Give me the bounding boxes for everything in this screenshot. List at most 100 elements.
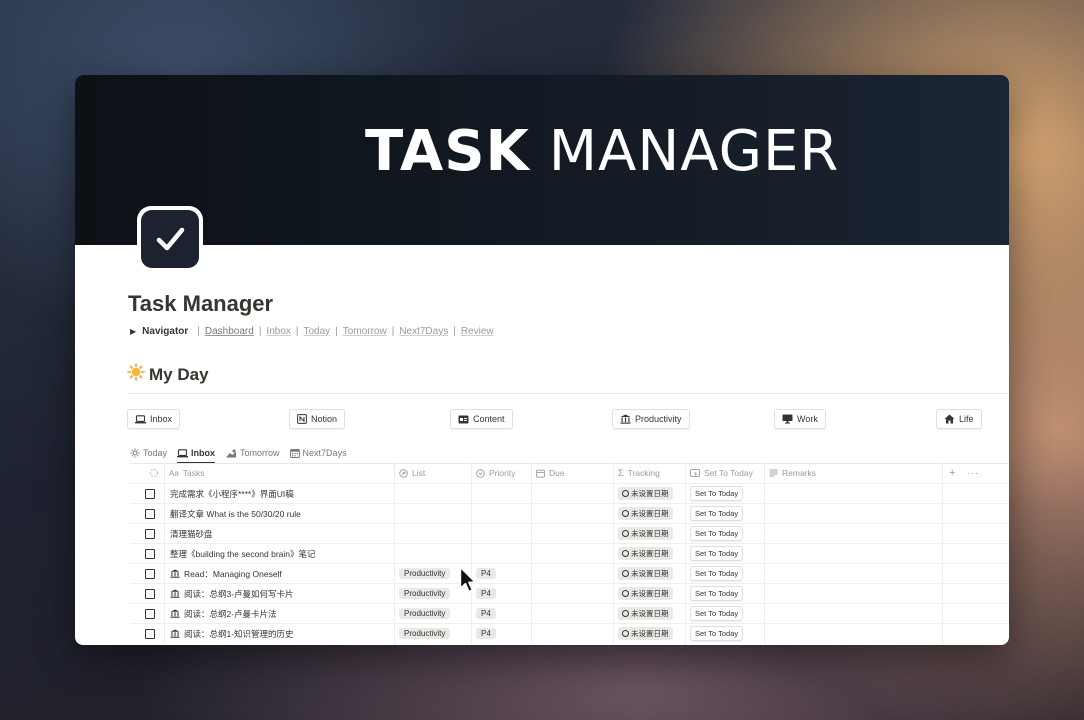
calendar-icon	[289, 449, 300, 458]
content-button[interactable]: Content	[450, 409, 513, 429]
building-icon	[170, 569, 180, 578]
column-header-due[interactable]: Due	[531, 463, 565, 483]
nav-link-today[interactable]: Today	[304, 326, 331, 337]
list-tag[interactable]: Productivity	[399, 624, 451, 643]
list-tag[interactable]: Productivity	[399, 604, 451, 623]
nav-link-tomorrow[interactable]: Tomorrow	[343, 326, 387, 337]
priority-tag[interactable]: P4	[476, 604, 496, 623]
loading-icon	[144, 463, 159, 483]
task-title[interactable]: 阅读：总纲1-知识管理的历史	[170, 624, 294, 643]
table-row[interactable]: 阅读：总纲1-知识管理的历史 Productivity P4 未设置日期 Set To …	[130, 623, 1009, 643]
text-type-icon: Aa	[169, 468, 179, 478]
my-day-heading: My Day	[127, 363, 209, 386]
table-row[interactable]: 整理《building the second brain》笔记 未设置日期 Set …	[130, 543, 1009, 563]
list-tag[interactable]: Productivity	[399, 564, 451, 583]
task-title[interactable]: Read：Managing Oneself	[170, 564, 282, 583]
cover-title-light: MANAGER	[548, 119, 840, 184]
set-to-today-button[interactable]: Set To Today	[690, 604, 744, 623]
navigator-label: Navigator	[142, 326, 189, 337]
notion-icon	[297, 414, 307, 424]
circle-icon	[622, 530, 629, 537]
page-cover: TASK MANAGER	[75, 75, 1009, 245]
table-row[interactable]: 翻译文章 What is the 50/30/20 rule 未设置日期 Set T…	[130, 503, 1009, 523]
tracking-value: 未设置日期	[618, 484, 673, 503]
task-checkbox[interactable]	[145, 584, 155, 603]
task-checkbox[interactable]	[145, 564, 155, 583]
set-to-today-button[interactable]: Set To Today	[690, 544, 744, 563]
circle-icon	[622, 610, 629, 617]
circle-icon	[622, 490, 629, 497]
tab-today[interactable]: Today	[130, 443, 167, 463]
circle-icon	[622, 570, 629, 577]
page-title[interactable]: Task Manager	[128, 291, 273, 317]
notion-button[interactable]: Notion	[289, 409, 346, 429]
inbox-button[interactable]: Inbox	[127, 409, 181, 429]
nav-link-review[interactable]: Review	[461, 326, 494, 337]
formula-icon: Σ	[618, 468, 624, 478]
tracking-value: 未设置日期	[618, 564, 673, 583]
priority-tag[interactable]: P4	[476, 564, 496, 583]
life-button[interactable]: Life	[936, 409, 982, 429]
table-row[interactable]: Read：Managing Oneself Productivity P4 未设置日期…	[130, 563, 1009, 583]
tab-tomorrow[interactable]: Tomorrow	[225, 443, 280, 463]
tab-next7days[interactable]: Next7Days	[289, 443, 347, 463]
cover-title-bold: TASK	[365, 119, 530, 184]
task-checkbox[interactable]	[145, 524, 155, 543]
table-row[interactable]: 阅读：总纲2-卢曼卡片法 Productivity P4 未设置日期 Set To To…	[130, 603, 1009, 623]
view-tabs: Today Inbox Tomorrow Next7Days	[130, 443, 347, 464]
relation-icon	[399, 468, 408, 478]
table-row[interactable]: 清理猫砂盘 未设置日期 Set To Today	[130, 523, 1009, 543]
productivity-button[interactable]: Productivity	[612, 409, 690, 429]
task-checkbox[interactable]	[145, 484, 155, 503]
triangle-right-icon[interactable]: ▶	[130, 327, 136, 336]
nav-link-next7days[interactable]: Next7Days	[399, 326, 448, 337]
column-header-tracking[interactable]: Σ Tracking	[613, 463, 660, 483]
set-to-today-button[interactable]: Set To Today	[690, 504, 744, 523]
task-title[interactable]: 阅读：总纲3-卢曼如何写卡片	[170, 584, 294, 603]
task-checkbox[interactable]	[145, 624, 155, 643]
task-title[interactable]: 整理《building the second brain》笔记	[170, 544, 316, 563]
building-icon	[620, 414, 631, 424]
more-options-icon[interactable]: ···	[962, 463, 979, 483]
nav-link-inbox[interactable]: Inbox	[266, 326, 290, 337]
task-title[interactable]: 阅读：总纲2-卢曼卡片法	[170, 604, 277, 623]
task-checkbox[interactable]	[145, 504, 155, 523]
list-tag[interactable]: Productivity	[399, 584, 451, 603]
column-header-set-to-today[interactable]: Set To Today	[685, 463, 753, 483]
column-header-list[interactable]: List	[394, 463, 425, 483]
priority-tag[interactable]: P4	[476, 584, 496, 603]
column-header-tasks[interactable]: Aa Tasks	[164, 463, 205, 483]
task-checkbox[interactable]	[145, 604, 155, 623]
table-row[interactable]: 阅读：总纲3-卢曼如何写卡片 Productivity P4 未设置日期 Set To …	[130, 583, 1009, 603]
add-column-icon[interactable]: +	[944, 463, 955, 483]
task-title[interactable]: 清理猫砂盘	[170, 524, 213, 543]
set-to-today-button[interactable]: Set To Today	[690, 524, 744, 543]
table-row[interactable]: 完成需求《小程序****》界面UI稿 未设置日期 Set To Today	[130, 483, 1009, 503]
tracking-value: 未设置日期	[618, 584, 673, 603]
work-button[interactable]: Work	[774, 409, 826, 429]
task-title[interactable]: 完成需求《小程序****》界面UI稿	[170, 484, 294, 503]
set-to-today-button[interactable]: Set To Today	[690, 584, 744, 603]
text-lines-icon	[769, 469, 778, 477]
circle-icon	[622, 510, 629, 517]
navigator-toggle[interactable]: ▶ Navigator | Dashboard | Inbox | Today …	[130, 326, 494, 337]
divider	[128, 393, 1009, 394]
task-checkbox[interactable]	[145, 544, 155, 563]
sun-emoji-icon	[127, 363, 145, 386]
task-title[interactable]: 翻译文章 What is the 50/30/20 rule	[170, 504, 301, 523]
set-to-today-button[interactable]: Set To Today	[690, 624, 744, 643]
tracking-value: 未设置日期	[618, 544, 673, 563]
set-to-today-button[interactable]: Set To Today	[690, 564, 744, 583]
table-header: Aa Tasks List Priority Due Σ Tracking Se…	[130, 463, 1009, 483]
checkmark-icon[interactable]	[137, 206, 203, 272]
set-to-today-button[interactable]: Set To Today	[690, 484, 744, 503]
mouse-cursor-icon	[459, 566, 477, 599]
nav-link-dashboard[interactable]: Dashboard	[205, 326, 254, 337]
building-icon	[170, 589, 180, 598]
tab-inbox[interactable]: Inbox	[177, 443, 216, 464]
button-icon	[690, 468, 700, 477]
column-header-priority[interactable]: Priority	[471, 463, 515, 483]
priority-tag[interactable]: P4	[476, 624, 496, 643]
column-header-remarks[interactable]: Remarks	[764, 463, 816, 483]
circle-icon	[622, 630, 629, 637]
